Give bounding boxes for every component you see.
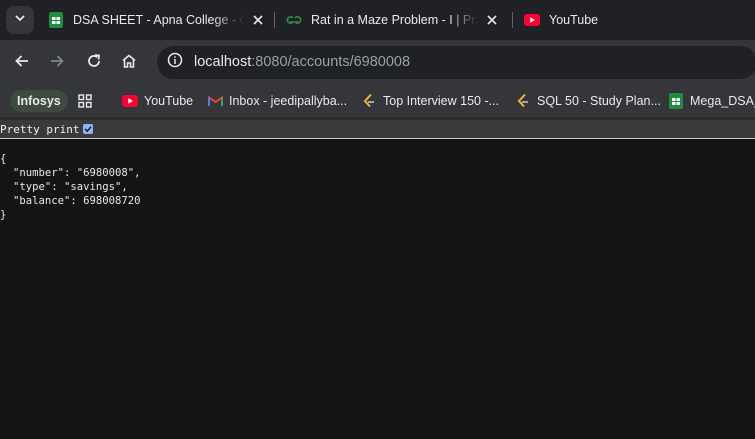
bookmark-apps[interactable] <box>77 90 99 112</box>
tab-separator <box>512 12 513 28</box>
json-close-brace: } <box>0 209 7 221</box>
bookmarks-bar: Infosys YouTube Inbox - jeedipallyba... … <box>0 85 755 117</box>
address-bar[interactable]: localhost:8080/accounts/6980008 <box>157 46 755 79</box>
back-button[interactable] <box>8 49 36 77</box>
bookmark-label: YouTube <box>144 94 194 108</box>
google-sheets-icon <box>668 93 684 109</box>
bookmark-label: Inbox - jeedipallyba... <box>229 94 348 108</box>
gmail-icon <box>207 93 223 109</box>
json-line-balance: "balance": 698008720 <box>13 195 141 207</box>
bookmark-label: SQL 50 - Study Plan... <box>537 94 661 108</box>
home-icon <box>121 53 137 74</box>
leetcode-icon <box>515 93 531 109</box>
url-text: localhost:8080/accounts/6980008 <box>194 54 410 70</box>
bookmark-infosys[interactable]: Infosys <box>10 90 68 112</box>
site-info-button[interactable] <box>163 50 187 74</box>
json-line-number: "number": "6980008", <box>13 167 141 179</box>
tab-title: Rat in a Maze Problem - I | Prac <box>311 13 478 27</box>
pretty-print-label: Pretty print <box>0 122 80 136</box>
bookmark-label: Top Interview 150 -... <box>383 94 500 108</box>
leetcode-icon <box>361 93 377 109</box>
url-host: localhost <box>194 54 252 70</box>
tab-title: YouTube <box>549 13 599 27</box>
geeksforgeeks-icon <box>286 12 302 28</box>
url-path: :8080/accounts/6980008 <box>251 54 411 70</box>
json-open-brace: { <box>0 153 7 165</box>
home-button[interactable] <box>115 49 143 77</box>
bookmark-label: Infosys <box>10 90 68 112</box>
chevron-down-icon <box>14 11 26 29</box>
close-icon[interactable] <box>250 12 266 28</box>
youtube-icon <box>524 12 540 28</box>
reload-icon <box>86 53 102 74</box>
json-line-type: "type": "savings", <box>13 181 128 193</box>
youtube-icon <box>122 93 138 109</box>
bookmark-gmail[interactable]: Inbox - jeedipallyba... <box>207 90 347 112</box>
arrow-left-icon <box>14 53 30 74</box>
arrow-right-icon <box>49 53 65 74</box>
checkmark-icon <box>84 126 93 133</box>
bookmark-sql-50[interactable]: SQL 50 - Study Plan... <box>515 90 661 112</box>
close-icon[interactable] <box>484 12 500 28</box>
json-viewer: { "number": "6980008", "type": "savings", "… <box>0 139 755 439</box>
bookmark-top-interview[interactable]: Top Interview 150 -... <box>361 90 499 112</box>
tab-strip: DSA SHEET - Apna College - Go Rat in a M… <box>0 0 755 40</box>
toolbar: localhost:8080/accounts/6980008 <box>0 40 755 85</box>
tab-dsa-sheet[interactable]: DSA SHEET - Apna College - Go <box>48 6 266 34</box>
bookmark-mega-dsa[interactable]: Mega_DSA_ <box>668 90 755 112</box>
tab-title: DSA SHEET - Apna College - Go <box>73 13 244 27</box>
tab-separator <box>274 12 275 28</box>
info-icon <box>167 52 183 73</box>
tab-search-button[interactable] <box>6 6 34 34</box>
pretty-print-bar: Pretty print <box>0 120 755 139</box>
tab-rat-in-maze[interactable]: Rat in a Maze Problem - I | Prac <box>286 6 500 34</box>
google-sheets-icon <box>48 12 64 28</box>
apps-grid-icon <box>77 93 93 109</box>
tab-youtube[interactable]: YouTube <box>524 6 644 34</box>
forward-button[interactable] <box>43 49 71 77</box>
reload-button[interactable] <box>80 49 108 77</box>
bookmark-youtube[interactable]: YouTube <box>122 90 193 112</box>
bookmark-label: Mega_DSA_ <box>690 94 755 108</box>
pretty-print-checkbox[interactable] <box>83 124 94 134</box>
